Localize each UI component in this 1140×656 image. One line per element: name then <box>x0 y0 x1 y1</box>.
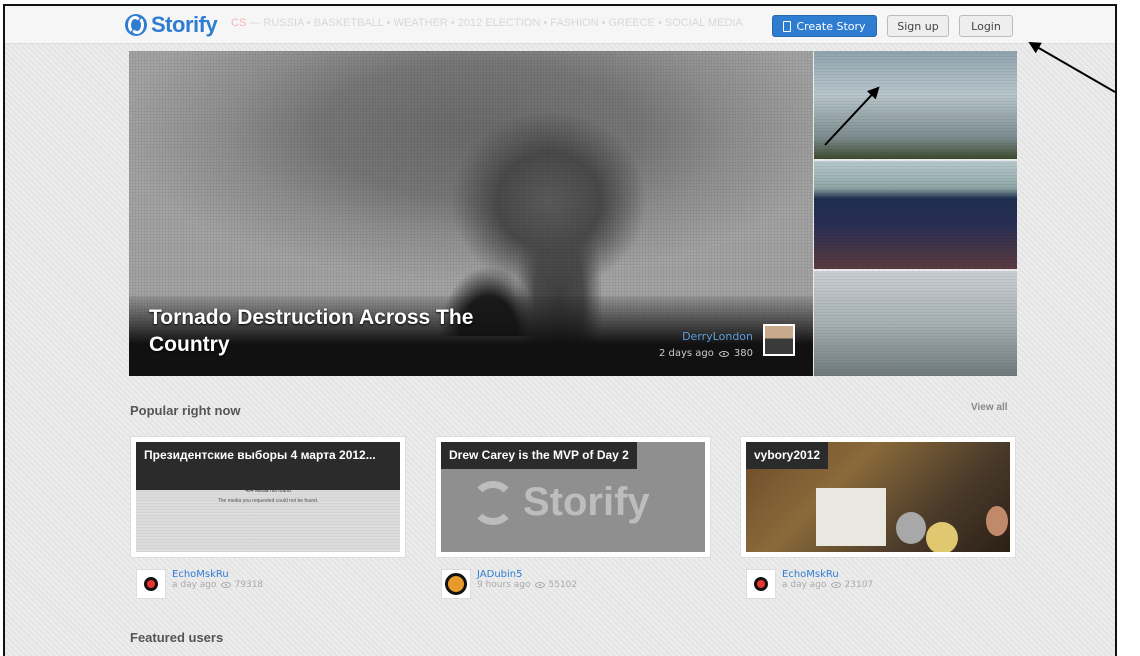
storify-placeholder-icon <box>471 480 515 525</box>
top-navigation-bar: Storify CS — RUSSIA • BASKETBALL • WEATH… <box>5 6 1115 44</box>
popular-card-2[interactable]: Storify Drew Carey is the MVP of Day 2 <box>435 436 711 558</box>
login-button[interactable]: Login <box>959 15 1013 37</box>
browser-frame: Storify CS — RUSSIA • BASKETBALL • WEATH… <box>3 4 1117 656</box>
popular-card-1[interactable]: 404 Media not found The media you reques… <box>130 436 406 558</box>
card-title[interactable]: Drew Carey is the MVP of Day 2 <box>441 442 637 469</box>
author-name[interactable]: EchoMskRu <box>172 569 263 580</box>
author-meta: a day ago 23107 <box>782 580 873 590</box>
views-eye-icon <box>830 582 841 588</box>
featured-thumb-1[interactable] <box>814 51 1017 159</box>
hero-meta: 2 days ago 380 <box>659 348 753 359</box>
views-eye-icon <box>718 350 729 357</box>
views-eye-icon <box>220 582 231 588</box>
hero-time: 2 days ago <box>658 348 714 359</box>
target-avatar-icon <box>754 577 768 591</box>
author-meta: a day ago 79318 <box>172 580 263 590</box>
hero-author-link[interactable]: DerryLondon <box>682 330 753 343</box>
popular-section-title: Popular right now <box>130 403 241 418</box>
author-avatar[interactable] <box>746 569 776 599</box>
card-2-author: JADubin5 9 hours ago 55102 <box>441 569 577 599</box>
author-name[interactable]: JADubin5 <box>477 569 577 580</box>
storify-logo[interactable]: Storify <box>125 12 218 38</box>
photo-person <box>986 506 1008 536</box>
topic-list[interactable]: — RUSSIA • BASKETBALL • WEATHER • 2012 E… <box>246 17 742 29</box>
card-image: Storify Drew Carey is the MVP of Day 2 <box>441 442 705 552</box>
popular-card-3[interactable]: vybory2012 <box>740 436 1016 558</box>
card-title[interactable]: vybory2012 <box>746 442 829 469</box>
author-avatar[interactable] <box>441 569 471 599</box>
view-count: 79318 <box>234 580 264 590</box>
photo-person <box>896 512 926 544</box>
hero-author-avatar[interactable] <box>763 324 795 356</box>
views-eye-icon <box>534 582 545 588</box>
post-time: 9 hours ago <box>477 580 531 590</box>
card-image: vybory2012 <box>746 442 1010 552</box>
view-count: 23107 <box>844 580 874 590</box>
author-avatar[interactable] <box>136 569 166 599</box>
storify-placeholder-logo: Storify <box>471 480 650 525</box>
card-title[interactable]: Президентские выборы 4 марта 2012... <box>136 442 400 490</box>
sign-up-button[interactable]: Sign up <box>887 15 949 37</box>
trending-topics[interactable]: CS — RUSSIA • BASKETBALL • WEATHER • 201… <box>231 17 771 29</box>
storify-logo-icon <box>125 14 147 36</box>
author-name[interactable]: EchoMskRu <box>782 569 873 580</box>
card-1-author: EchoMskRu a day ago 79318 <box>136 569 263 599</box>
placeholder-logo-text: Storify <box>523 480 650 524</box>
featured-story-hero[interactable]: Tornado Destruction Across The Country D… <box>129 51 813 376</box>
topic-hot[interactable]: CS <box>231 17 246 29</box>
card-image: 404 Media not found The media you reques… <box>136 442 400 552</box>
card-3-author: EchoMskRu a day ago 23107 <box>746 569 873 599</box>
create-story-icon <box>783 20 792 32</box>
author-meta: 9 hours ago 55102 <box>477 580 577 590</box>
hero-views: 380 <box>733 348 753 359</box>
featured-thumb-2[interactable] <box>814 161 1017 269</box>
post-time: a day ago <box>172 580 217 590</box>
view-all-link[interactable]: View all <box>971 402 1008 413</box>
view-count: 55102 <box>548 580 578 590</box>
hero-title[interactable]: Tornado Destruction Across The Country <box>149 304 489 358</box>
featured-users-title: Featured users <box>130 630 224 645</box>
target-avatar-icon <box>144 577 158 591</box>
create-story-label: Create Story <box>796 19 866 33</box>
tiger-avatar-icon <box>445 573 467 595</box>
media-error-text: The media you requested could not be fou… <box>217 498 319 504</box>
annotation-arrow-login <box>1029 42 1115 93</box>
photo-person <box>926 522 958 552</box>
featured-thumb-3[interactable] <box>814 271 1017 376</box>
create-story-button[interactable]: Create Story <box>772 15 877 37</box>
photo-board <box>816 488 886 546</box>
logo-text: Storify <box>151 12 218 37</box>
post-time: a day ago <box>782 580 827 590</box>
